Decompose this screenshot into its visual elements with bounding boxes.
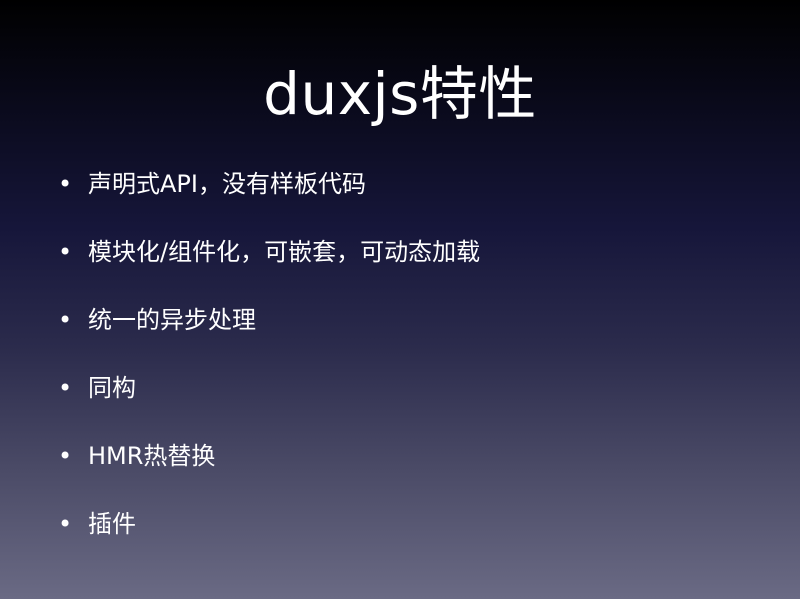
bullet-item: • 同构 <box>58 368 480 436</box>
bullet-list: • 声明式API，没有样板代码 • 模块化/组件化，可嵌套，可动态加载 • 统一… <box>58 164 480 572</box>
bullet-text: 插件 <box>88 510 136 538</box>
bullet-item: • 声明式API，没有样板代码 <box>58 164 480 232</box>
bullet-text: 统一的异步处理 <box>88 306 256 334</box>
bullet-dot-icon: • <box>58 238 73 266</box>
bullet-dot-icon: • <box>58 510 73 538</box>
bullet-item: • 统一的异步处理 <box>58 300 480 368</box>
bullet-text: 同构 <box>88 374 136 402</box>
bullet-item: • HMR热替换 <box>58 436 480 504</box>
bullet-dot-icon: • <box>58 170 73 198</box>
bullet-dot-icon: • <box>58 442 73 470</box>
bullet-dot-icon: • <box>58 306 73 334</box>
bullet-item: • 模块化/组件化，可嵌套，可动态加载 <box>58 232 480 300</box>
slide: duxjs特性 • 声明式API，没有样板代码 • 模块化/组件化，可嵌套，可动… <box>0 0 800 599</box>
bullet-dot-icon: • <box>58 374 73 402</box>
bullet-text: 模块化/组件化，可嵌套，可动态加载 <box>88 238 481 266</box>
slide-title: duxjs特性 <box>263 60 537 128</box>
bullet-text: HMR热替换 <box>88 442 216 470</box>
bullet-item: • 插件 <box>58 504 480 572</box>
bullet-text: 声明式API，没有样板代码 <box>88 170 366 198</box>
